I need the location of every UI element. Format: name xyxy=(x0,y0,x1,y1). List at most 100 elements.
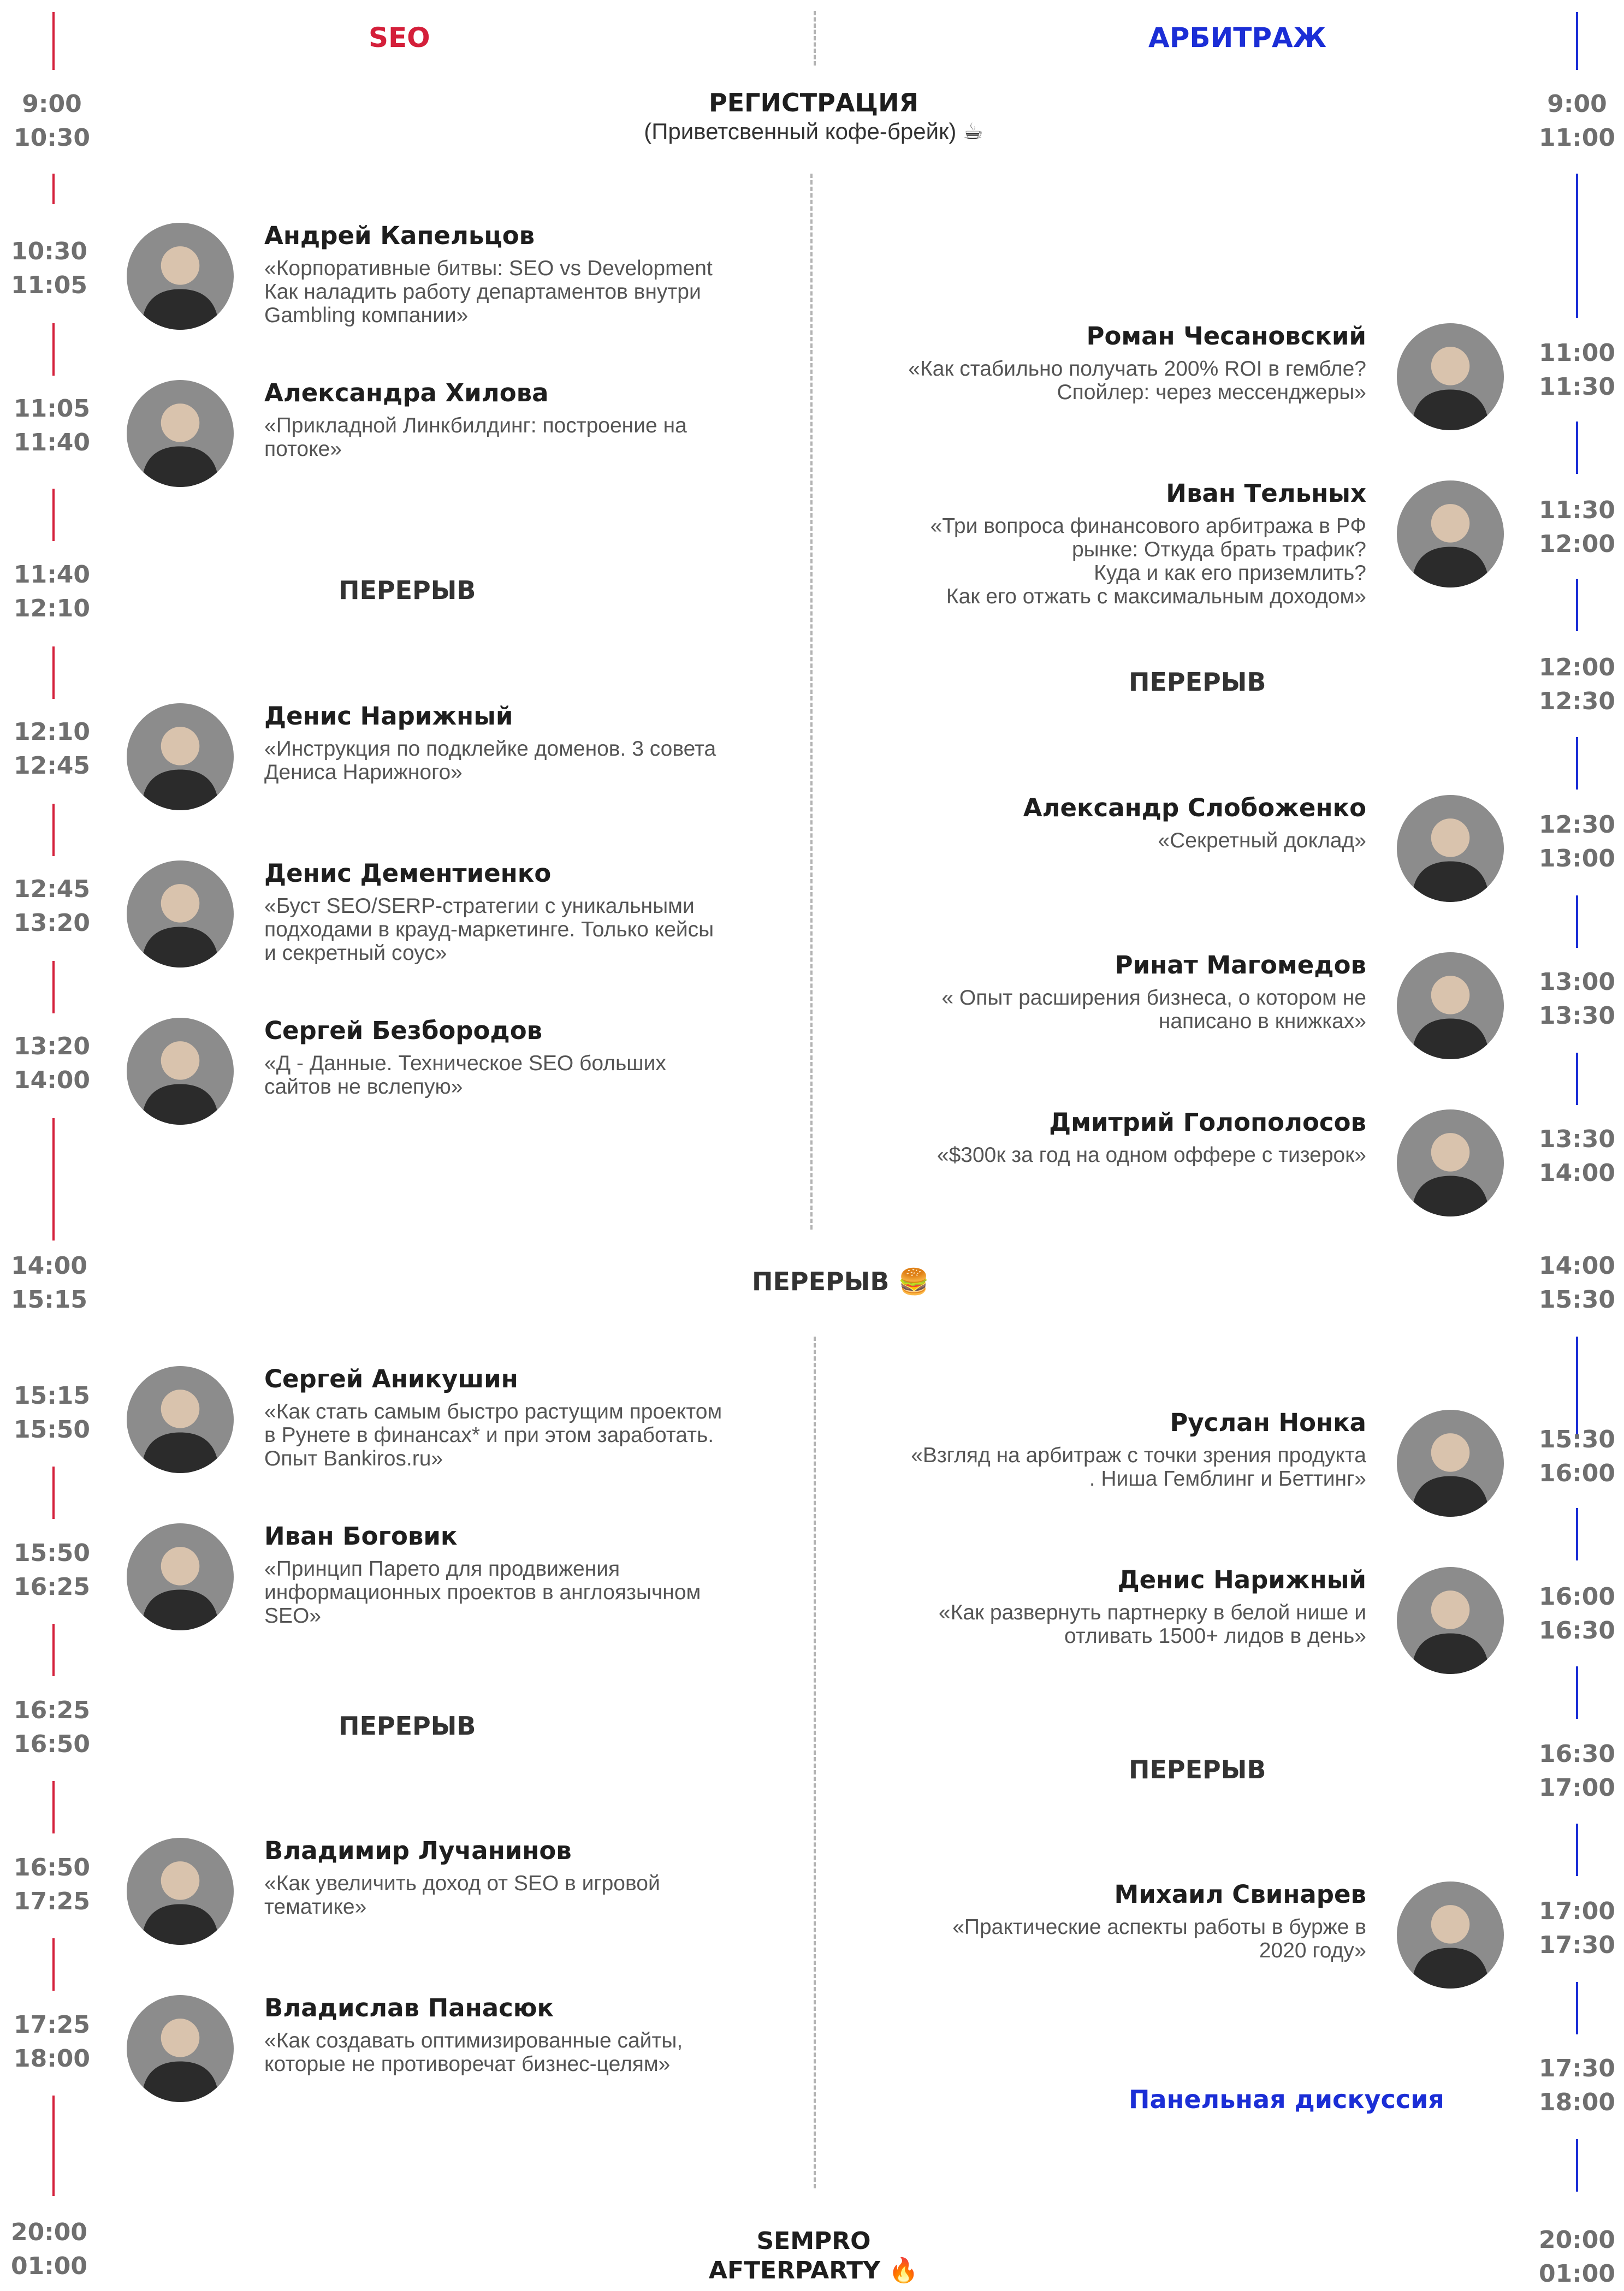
arb-slot-time: 15:30 16:00 xyxy=(1538,1426,1616,1487)
talk-title: «Буст SEO/SERP-стратегии с уникальными п… xyxy=(264,894,714,965)
speaker-photo xyxy=(1397,1882,1504,1989)
speaker-photo xyxy=(1397,1109,1504,1216)
afterparty-block: SEMPRO AFTERPARTY 🔥 xyxy=(655,2227,972,2286)
speaker-name: Александра Хилова xyxy=(264,378,549,407)
talk-title: «Как создавать оптимизированные сайты, к… xyxy=(264,2029,683,2076)
talk-title: «Корпоративные битвы: SEO vs Development… xyxy=(264,257,713,327)
talk-title: «Взгляд на арбитраж с точки зрения проду… xyxy=(911,1444,1366,1491)
seo-timeline-segment xyxy=(52,1938,55,1991)
arb-slot-time: 16:00 16:30 xyxy=(1538,1583,1616,1645)
arb-speaker-card: Александр Слобоженко «Секретный доклад» xyxy=(820,793,1366,852)
seo-timeline-segment xyxy=(52,174,55,204)
arb-timeline-segment xyxy=(1576,1982,1578,2034)
speaker-name: Роман Чесановский xyxy=(1086,322,1367,351)
arb-afterparty-time: 20:00 01:00 xyxy=(1538,2226,1616,2288)
seo-speaker-card: Денис Нарижный «Инструкция по подклейке … xyxy=(264,701,810,784)
seo-registration-time: 9:00 10:30 xyxy=(13,90,91,152)
arb-break-label: ПЕРЕРЫВ xyxy=(1129,1755,1266,1784)
arb-timeline-segment xyxy=(1576,1337,1578,1435)
seo-speaker-card: Иван Боговик «Принцип Парето для продвиж… xyxy=(264,1521,810,1628)
speaker-photo xyxy=(127,380,234,487)
arb-slot-time: 12:00 12:30 xyxy=(1538,654,1616,715)
seo-slot-time: 16:50 17:25 xyxy=(13,1854,91,1915)
arb-lunch-time: 14:00 15:30 xyxy=(1538,1252,1616,1314)
arb-speaker-card: Михаил Свинарев «Практические аспекты ра… xyxy=(820,1879,1366,1962)
seo-speaker-card: Денис Дементиенко «Буст SEO/SERP-стратег… xyxy=(264,858,810,965)
arb-speaker-card: Роман Чесановский «Как стабильно получат… xyxy=(820,321,1366,404)
speaker-photo xyxy=(127,1523,234,1630)
afterparty-line1: SEMPRO xyxy=(756,2227,871,2255)
speaker-name: Денис Нарижный xyxy=(1117,1565,1366,1594)
arb-speaker-card: Ринат Магомедов « Опыт расширения бизнес… xyxy=(820,950,1366,1033)
talk-title: «Три вопроса финансового арбитража в РФ … xyxy=(930,514,1366,608)
seo-slot-time: 17:25 18:00 xyxy=(13,2011,91,2073)
speaker-photo xyxy=(127,1018,234,1125)
column-divider xyxy=(814,1337,816,2188)
seo-speaker-card: Владимир Лучанинов «Как увеличить доход … xyxy=(264,1836,810,1919)
talk-title: «$300к за год на одном оффере с тизерок» xyxy=(937,1143,1366,1167)
arb-slot-time: 13:30 14:00 xyxy=(1538,1125,1616,1187)
arb-timeline-segment xyxy=(1576,737,1578,790)
arb-timeline-segment xyxy=(1576,422,1578,474)
speaker-photo xyxy=(1397,795,1504,902)
seo-track-header: SEO xyxy=(369,22,430,54)
talk-title: «Инструкция по подклейке доменов. 3 сове… xyxy=(264,737,716,784)
seo-speaker-card: Сергей Аникушин «Как стать самым быстро … xyxy=(264,1364,810,1470)
speaker-photo xyxy=(127,860,234,968)
arb-timeline-segment xyxy=(1576,12,1578,70)
registration-subtitle: (Приветсвенный кофе-брейк) ☕ xyxy=(644,118,983,144)
arb-timeline-segment xyxy=(1576,2139,1578,2192)
lunch-break-label: ПЕРЕРЫВ 🍔 xyxy=(752,1267,929,1296)
seo-timeline-segment xyxy=(52,1118,55,1241)
seo-slot-time: 15:15 15:50 xyxy=(13,1382,91,1444)
arb-speaker-card: Дмитрий Голополосов «$300к за год на одн… xyxy=(820,1107,1366,1167)
seo-timeline-segment xyxy=(52,1624,55,1676)
afterparty-line2: AFTERPARTY 🔥 xyxy=(708,2257,919,2284)
speaker-name: Дмитрий Голополосов xyxy=(1049,1108,1366,1137)
seo-break-label: ПЕРЕРЫВ xyxy=(339,1711,476,1741)
arb-timeline-segment xyxy=(1576,174,1578,318)
speaker-photo xyxy=(1397,952,1504,1059)
seo-slot-time: 15:50 16:25 xyxy=(13,1539,91,1601)
seo-speaker-card: Андрей Капельцов «Корпоративные битвы: S… xyxy=(264,221,810,327)
arb-slot-time: 16:30 17:00 xyxy=(1538,1740,1616,1802)
seo-slot-time: 10:30 11:05 xyxy=(10,238,88,299)
speaker-photo xyxy=(1397,1567,1504,1674)
seo-afterparty-time: 20:00 01:00 xyxy=(10,2218,88,2280)
arb-slot-time: 17:30 18:00 xyxy=(1538,2055,1616,2116)
seo-timeline-segment xyxy=(52,2096,55,2196)
seo-timeline-segment xyxy=(52,489,55,541)
talk-title: «Д - Данные. Техническое SEO больших сай… xyxy=(264,1052,666,1099)
speaker-name: Владимир Лучанинов xyxy=(264,1836,572,1865)
registration-title: РЕГИСТРАЦИЯ xyxy=(709,88,918,117)
arb-timeline-segment xyxy=(1576,895,1578,948)
speaker-name: Иван Тельных xyxy=(1166,479,1366,508)
arb-slot-time: 12:30 13:00 xyxy=(1538,811,1616,873)
speaker-name: Денис Нарижный xyxy=(264,702,513,731)
arb-slot-time: 11:00 11:30 xyxy=(1538,339,1616,401)
seo-lunch-time: 14:00 15:15 xyxy=(10,1252,88,1314)
talk-title: «Как увеличить доход от SEO в игровой те… xyxy=(264,1872,660,1919)
seo-slot-time: 11:05 11:40 xyxy=(13,395,91,456)
speaker-name: Иван Боговик xyxy=(264,1522,458,1551)
speaker-photo xyxy=(127,1366,234,1473)
seo-timeline-segment xyxy=(52,12,55,70)
talk-title: «Прикладной Линкбилдинг: построение на п… xyxy=(264,414,687,461)
speaker-name: Руслан Нонка xyxy=(1170,1408,1366,1437)
arb-timeline-segment xyxy=(1576,1053,1578,1105)
arb-speaker-card: Денис Нарижный «Как развернуть партнерку… xyxy=(820,1565,1366,1648)
column-divider xyxy=(810,174,813,1230)
arb-timeline-segment xyxy=(1576,1666,1578,1719)
talk-title: « Опыт расширения бизнеса, о котором не … xyxy=(941,986,1366,1033)
registration-block: РЕГИСТРАЦИЯ (Приветсвенный кофе-брейк) ☕ xyxy=(546,87,1081,145)
speaker-name: Ринат Магомедов xyxy=(1115,951,1366,980)
panel-discussion-label: Панельная дискуссия xyxy=(1129,2085,1444,2114)
talk-title: «Практические аспекты работы в бурже в 2… xyxy=(952,1915,1366,1962)
speaker-name: Александр Слобоженко xyxy=(1023,793,1366,822)
seo-speaker-card: Владислав Панасюк «Как создавать оптимиз… xyxy=(264,1993,810,2076)
talk-title: «Как развернуть партнерку в белой нише и… xyxy=(938,1601,1366,1648)
arb-registration-time: 9:00 11:00 xyxy=(1538,90,1616,152)
seo-timeline-segment xyxy=(52,804,55,856)
arbitrage-track-header: АРБИТРАЖ xyxy=(1148,22,1326,54)
column-divider xyxy=(814,11,816,66)
